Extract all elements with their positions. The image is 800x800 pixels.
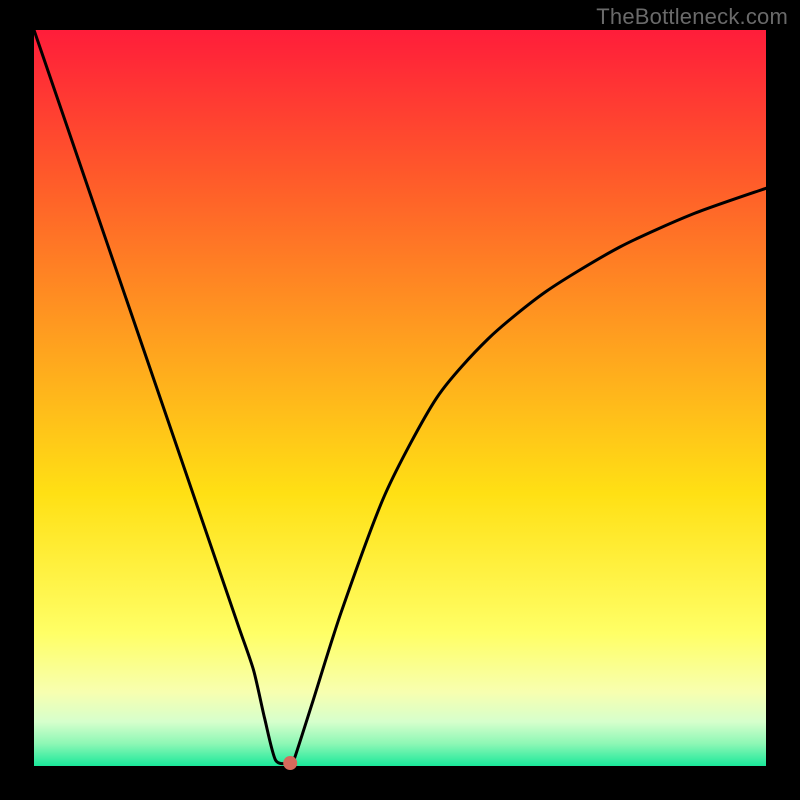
watermark-text: TheBottleneck.com [596,4,788,30]
chart-svg [0,0,800,800]
optimal-point-marker [283,756,297,770]
plot-background [34,30,766,766]
chart-container: TheBottleneck.com [0,0,800,800]
